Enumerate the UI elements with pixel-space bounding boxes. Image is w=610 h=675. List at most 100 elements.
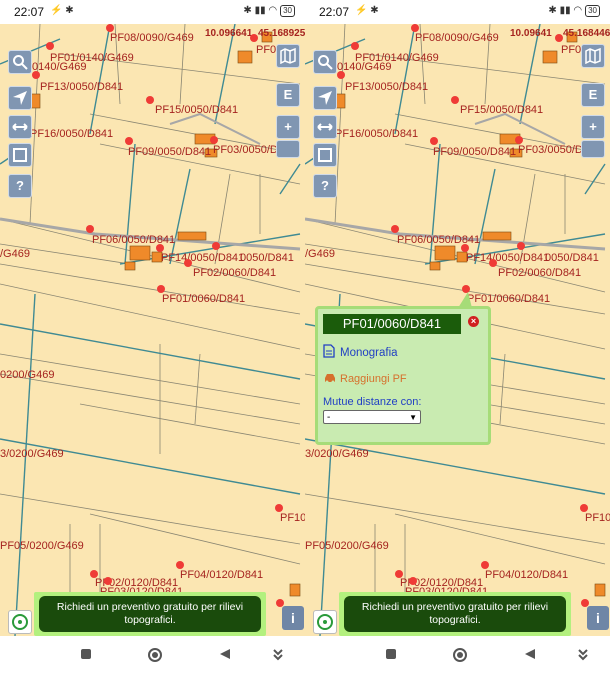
recents-icon[interactable] — [385, 648, 397, 660]
parcel-label[interactable]: PF08/0090/G469 — [110, 32, 194, 44]
survey-point[interactable] — [515, 136, 523, 144]
parcel-label[interactable]: PF14/0050/D841 — [466, 252, 549, 264]
parcel-label[interactable]: 0050/D841 — [545, 252, 599, 264]
parcel-label[interactable]: PF04/0120/D841 — [180, 569, 263, 581]
layers-button[interactable] — [8, 143, 32, 167]
e-button[interactable]: E — [276, 83, 300, 107]
survey-point[interactable] — [555, 34, 563, 42]
survey-point[interactable] — [337, 71, 345, 79]
help-button[interactable]: ? — [313, 174, 337, 198]
survey-point[interactable] — [481, 561, 489, 569]
back-icon[interactable] — [219, 648, 231, 660]
parcel-label[interactable]: 0140/G469 — [32, 61, 86, 73]
parcel-label[interactable]: PF09/0050/D841 — [433, 146, 516, 158]
parcel-label[interactable]: PF0 — [256, 44, 276, 56]
survey-point[interactable] — [461, 244, 469, 252]
survey-point[interactable] — [212, 242, 220, 250]
parcel-label[interactable]: PF16/0050/D841 — [335, 128, 418, 140]
parcel-label[interactable]: PF04/0120/D841 — [485, 569, 568, 581]
survey-point[interactable] — [106, 24, 114, 32]
recents-icon[interactable] — [80, 648, 92, 660]
survey-point[interactable] — [146, 96, 154, 104]
monografia-link[interactable]: Monografia — [340, 347, 398, 359]
info-button[interactable]: i — [282, 606, 304, 630]
raggiungi-link[interactable]: Raggiungi PF — [340, 373, 407, 385]
zoom-in-button[interactable]: + — [276, 115, 300, 139]
parcel-label[interactable]: PF16/0050/D841 — [30, 128, 113, 140]
navigate-button[interactable] — [8, 86, 32, 110]
survey-point[interactable] — [32, 71, 40, 79]
quote-banner[interactable]: Richiedi un preventivo gratuito per rili… — [34, 592, 266, 636]
survey-point[interactable] — [250, 34, 258, 42]
parcel-label[interactable]: PF10 — [280, 512, 305, 524]
map-type-button[interactable] — [581, 44, 605, 68]
survey-point[interactable] — [411, 24, 419, 32]
search-button[interactable] — [8, 50, 32, 74]
home-icon[interactable] — [147, 647, 163, 663]
parcel-label[interactable]: PF14/0050/D841 — [161, 252, 244, 264]
survey-point[interactable] — [580, 504, 588, 512]
survey-point[interactable] — [391, 225, 399, 233]
zoom-out-button[interactable] — [276, 140, 300, 158]
quote-banner-text[interactable]: Richiedi un preventivo gratuito per rili… — [39, 596, 261, 632]
layers-button[interactable] — [313, 143, 337, 167]
expand-button[interactable] — [313, 115, 337, 139]
survey-point[interactable] — [184, 259, 192, 267]
location-button[interactable] — [313, 610, 337, 634]
map-type-button[interactable] — [276, 44, 300, 68]
help-button[interactable]: ? — [8, 174, 32, 198]
parcel-label[interactable]: PF0 — [561, 44, 581, 56]
parcel-label[interactable]: 0140/G469 — [337, 61, 391, 73]
survey-point[interactable] — [395, 570, 403, 578]
parcel-label[interactable]: /G469 — [0, 248, 30, 260]
navigate-button[interactable] — [313, 86, 337, 110]
parcel-label[interactable]: PF02/0060/D841 — [193, 267, 276, 279]
parcel-label[interactable]: PF15/0050/D841 — [460, 104, 543, 116]
parcel-label[interactable]: 3/0200/G469 — [305, 448, 369, 460]
search-button[interactable] — [313, 50, 337, 74]
survey-point[interactable] — [46, 42, 54, 50]
survey-point[interactable] — [517, 242, 525, 250]
location-button[interactable] — [8, 610, 32, 634]
survey-point[interactable] — [86, 225, 94, 233]
parcel-label[interactable]: PF08/0090/G469 — [415, 32, 499, 44]
parcel-label[interactable]: PF05/0200/G469 — [0, 540, 84, 552]
parcel-label[interactable]: PF13/0050/D841 — [40, 81, 123, 93]
parcel-label[interactable]: PF15/0050/D841 — [155, 104, 238, 116]
parcel-label[interactable]: 0050/D841 — [240, 252, 294, 264]
e-button[interactable]: E — [581, 83, 605, 107]
back-icon[interactable] — [524, 648, 536, 660]
parcel-label[interactable]: 0200/G469 — [0, 369, 54, 381]
distance-select[interactable]: - ▼ — [323, 410, 421, 424]
parcel-label[interactable]: PF13/0050/D841 — [345, 81, 428, 93]
close-icon[interactable]: × — [468, 316, 479, 327]
quote-banner[interactable]: Richiedi un preventivo gratuito per rili… — [339, 592, 571, 636]
survey-point[interactable] — [176, 561, 184, 569]
survey-point[interactable] — [275, 504, 283, 512]
quote-banner-text[interactable]: Richiedi un preventivo gratuito per rili… — [344, 596, 566, 632]
parcel-label[interactable]: PF05/0200/G469 — [305, 540, 389, 552]
expand-button[interactable] — [8, 115, 32, 139]
survey-point[interactable] — [351, 42, 359, 50]
survey-point[interactable] — [409, 577, 417, 585]
survey-point[interactable] — [210, 136, 218, 144]
survey-point[interactable] — [90, 570, 98, 578]
zoom-out-button[interactable] — [581, 140, 605, 158]
parcel-label[interactable]: 3/0200/G469 — [0, 448, 64, 460]
home-icon[interactable] — [452, 647, 468, 663]
parcel-label[interactable]: PF01/0060/D841 — [467, 293, 550, 305]
survey-point[interactable] — [156, 244, 164, 252]
parcel-label[interactable]: /G469 — [305, 248, 335, 260]
zoom-in-button[interactable]: + — [581, 115, 605, 139]
survey-point[interactable] — [430, 137, 438, 145]
gesture-icon[interactable] — [577, 648, 589, 662]
survey-point[interactable] — [489, 259, 497, 267]
parcel-label[interactable]: PF10 — [585, 512, 610, 524]
survey-point[interactable] — [125, 137, 133, 145]
info-button[interactable]: i — [587, 606, 609, 630]
parcel-label[interactable]: PF01/0060/D841 — [162, 293, 245, 305]
survey-point[interactable] — [157, 285, 165, 293]
survey-point[interactable] — [451, 96, 459, 104]
gesture-icon[interactable] — [272, 648, 284, 662]
parcel-label[interactable]: PF02/0060/D841 — [498, 267, 581, 279]
